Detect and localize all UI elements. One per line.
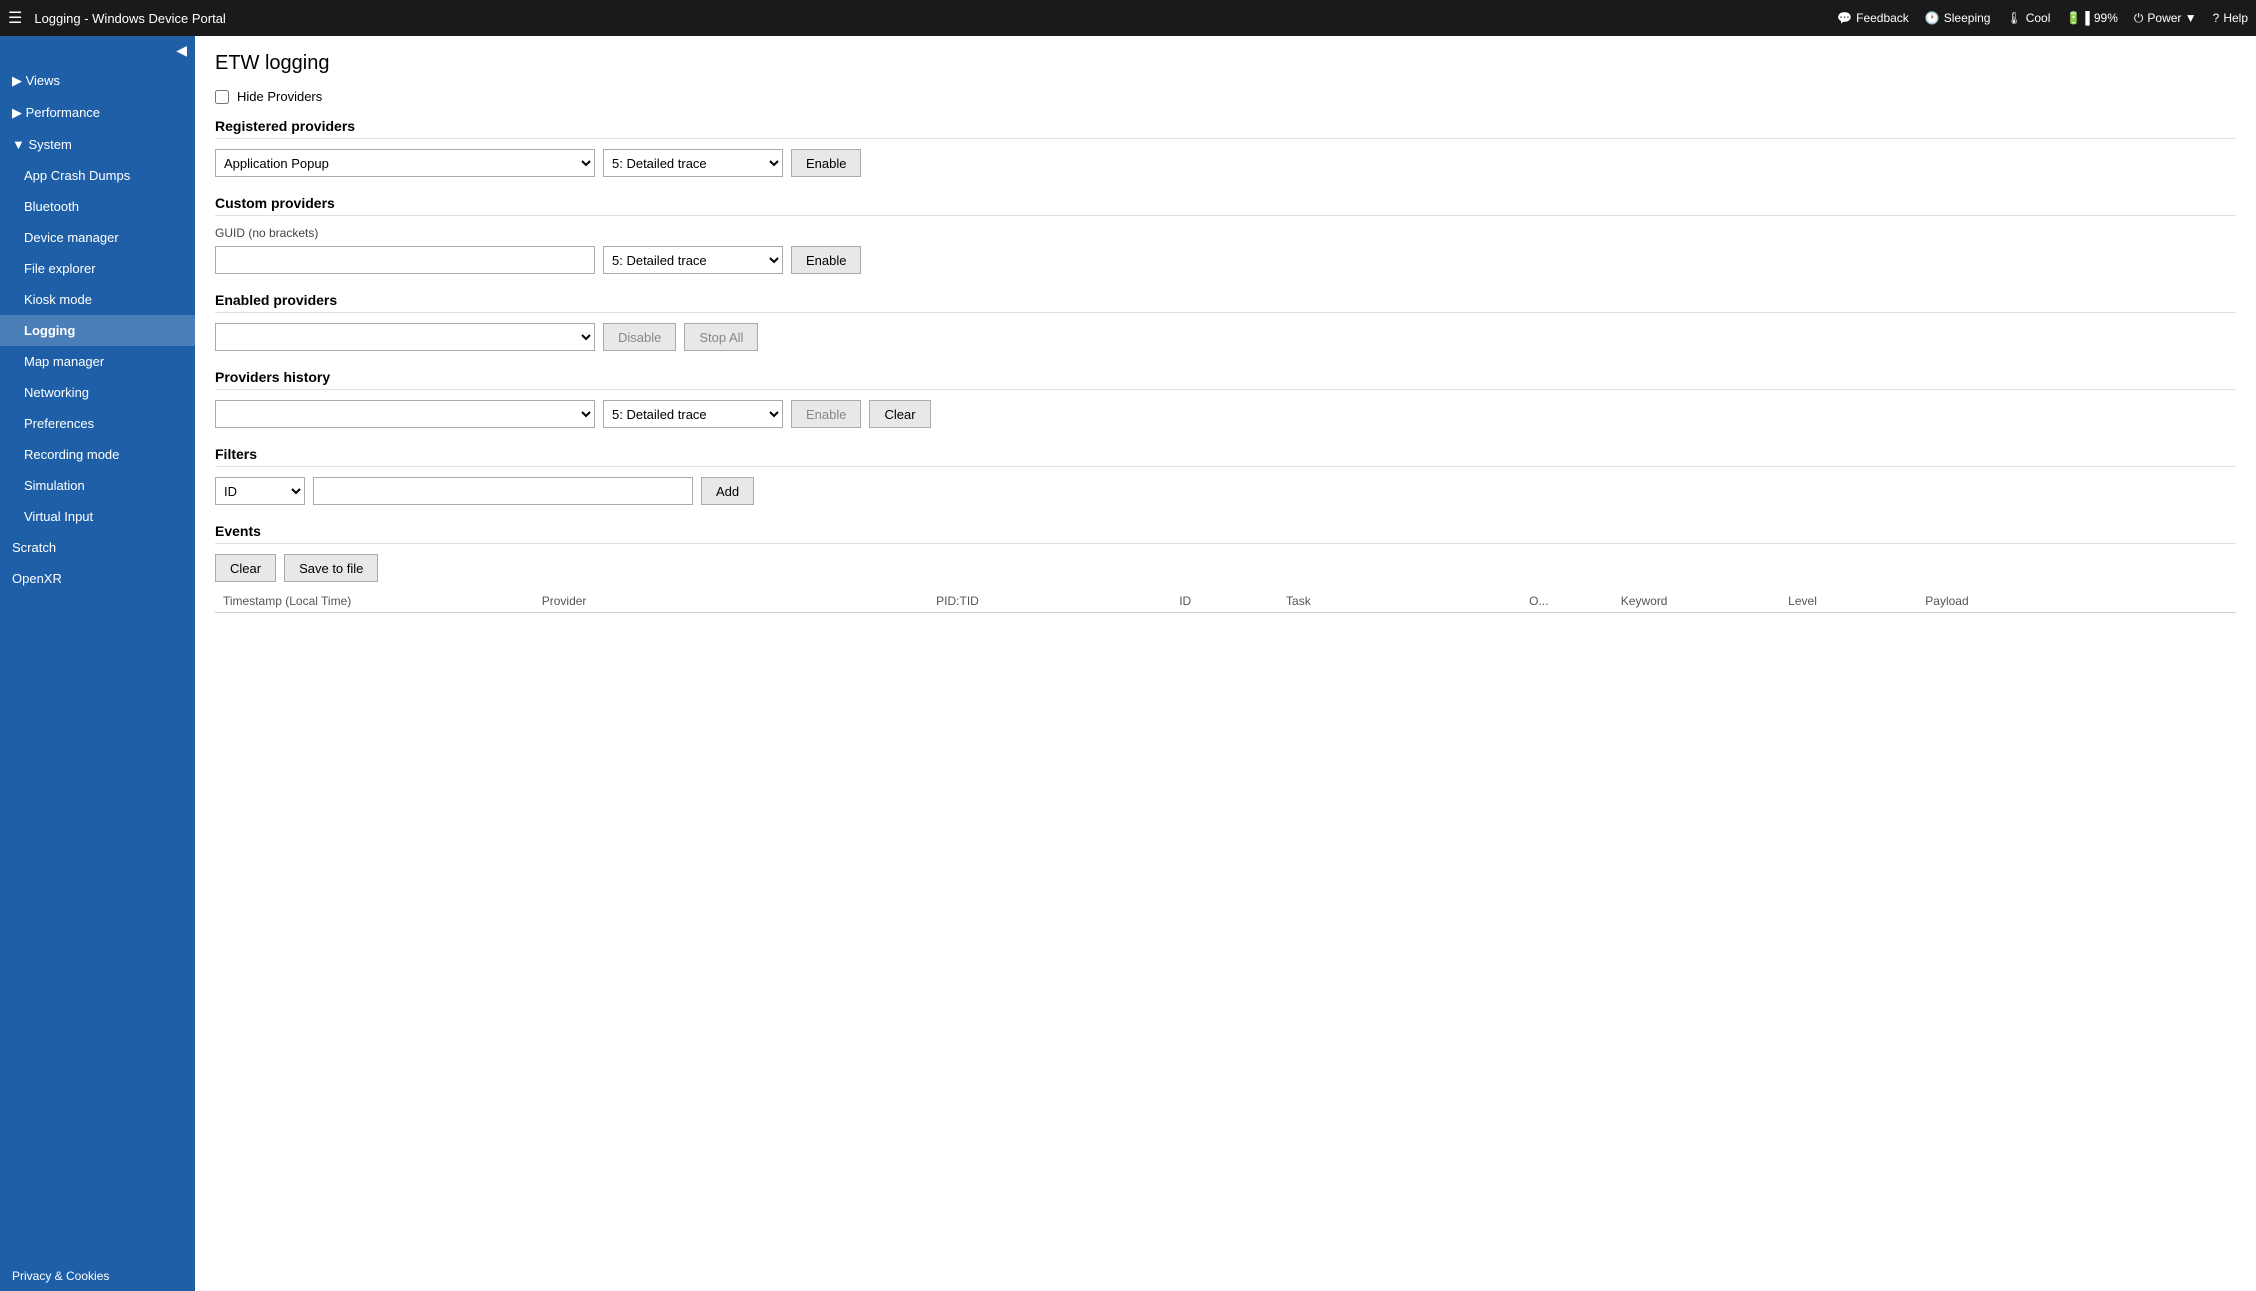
events-buttons: Clear Save to file xyxy=(215,554,2236,582)
registered-provider-level-select[interactable]: 0: Log always1: Critical2: Error3: Warni… xyxy=(603,149,783,177)
sidebar: ◀ ▶ Views▶ Performance▼ SystemApp Crash … xyxy=(0,36,195,1291)
sidebar-item-file-explorer[interactable]: File explorer xyxy=(0,253,195,284)
power-icon: ⏻ xyxy=(2134,11,2144,26)
registered-enable-button[interactable]: Enable xyxy=(791,149,861,177)
sidebar-item-openxr[interactable]: OpenXR xyxy=(0,563,195,594)
feedback-icon: 💬 xyxy=(1837,11,1852,25)
app-title: Logging - Windows Device Portal xyxy=(34,11,1837,26)
sidebar-item-scratch[interactable]: Scratch xyxy=(0,532,195,563)
sidebar-item-app-crash-dumps[interactable]: App Crash Dumps xyxy=(0,160,195,191)
sidebar-item-map-manager[interactable]: Map manager xyxy=(0,346,195,377)
stop-all-button[interactable]: Stop All xyxy=(684,323,758,351)
filter-type-select[interactable]: IDProviderTaskKeywordLevel xyxy=(215,477,305,505)
events-col-payload: Payload xyxy=(1917,594,2236,608)
sidebar-item-networking[interactable]: Networking xyxy=(0,377,195,408)
battery-icon: 🔋 xyxy=(2066,11,2081,25)
enabled-providers-title: Enabled providers xyxy=(215,292,2236,313)
sidebar-item-kiosk-mode[interactable]: Kiosk mode xyxy=(0,284,195,315)
sidebar-collapse-button[interactable]: ◀ xyxy=(0,36,195,65)
guid-label: GUID (no brackets) xyxy=(215,226,2236,240)
menu-icon[interactable]: ☰ xyxy=(8,8,22,28)
providers-history-section: Providers history 0: Log always1: Critic… xyxy=(215,369,2236,428)
top-actions: 💬 Feedback 🕐 Sleeping 🌡 Cool 🔋 ▌99% ⏻ Po… xyxy=(1837,11,2248,26)
sidebar-item-simulation[interactable]: Simulation xyxy=(0,470,195,501)
events-col-task: Task xyxy=(1278,594,1521,608)
events-col-provider: Provider xyxy=(534,594,928,608)
content-area: ETW logging Hide Providers Registered pr… xyxy=(195,36,2256,1291)
sidebar-item-device-manager[interactable]: Device manager xyxy=(0,222,195,253)
sidebar-item-bluetooth[interactable]: Bluetooth xyxy=(0,191,195,222)
enabled-provider-select[interactable] xyxy=(215,323,595,351)
custom-providers-title: Custom providers xyxy=(215,195,2236,216)
sidebar-group-header[interactable]: ▼ System xyxy=(0,129,195,160)
sidebar-item-recording-mode[interactable]: Recording mode xyxy=(0,439,195,470)
hide-providers-label[interactable]: Hide Providers xyxy=(237,89,322,104)
hide-providers-checkbox[interactable] xyxy=(215,90,229,104)
sidebar-group-header[interactable]: ▶ Performance xyxy=(0,97,195,129)
disable-button[interactable]: Disable xyxy=(603,323,676,351)
events-col-id: ID xyxy=(1171,594,1278,608)
events-col-timestamp--local-time-: Timestamp (Local Time) xyxy=(215,594,534,608)
events-col-o---: O... xyxy=(1521,594,1613,608)
sidebar-item-virtual-input[interactable]: Virtual Input xyxy=(0,501,195,532)
help-button[interactable]: ? Help xyxy=(2213,11,2248,25)
custom-providers-section: Custom providers GUID (no brackets) 0: L… xyxy=(215,195,2236,274)
hide-providers-row: Hide Providers xyxy=(215,89,2236,104)
feedback-button[interactable]: 💬 Feedback xyxy=(1837,11,1909,25)
events-col-keyword: Keyword xyxy=(1613,594,1780,608)
custom-enable-button[interactable]: Enable xyxy=(791,246,861,274)
registered-providers-controls: Application Popup 0: Log always1: Critic… xyxy=(215,149,2236,177)
providers-history-title: Providers history xyxy=(215,369,2236,390)
privacy-cookies-link[interactable]: Privacy & Cookies xyxy=(0,1261,195,1291)
sleeping-indicator: 🕐 Sleeping xyxy=(1925,11,1991,25)
sidebar-item-preferences[interactable]: Preferences xyxy=(0,408,195,439)
events-clear-button[interactable]: Clear xyxy=(215,554,276,582)
custom-provider-level-select[interactable]: 0: Log always1: Critical2: Error3: Warni… xyxy=(603,246,783,274)
topbar: ☰ Logging - Windows Device Portal 💬 Feed… xyxy=(0,0,2256,36)
events-title: Events xyxy=(215,523,2236,544)
registered-providers-title: Registered providers xyxy=(215,118,2236,139)
battery-indicator: 🔋 ▌99% xyxy=(2066,11,2117,25)
guid-input[interactable] xyxy=(215,246,595,274)
sidebar-nav: ▶ Views▶ Performance▼ SystemApp Crash Du… xyxy=(0,65,195,594)
help-icon: ? xyxy=(2213,11,2220,25)
main-layout: ◀ ▶ Views▶ Performance▼ SystemApp Crash … xyxy=(0,36,2256,1291)
enabled-providers-controls: Disable Stop All xyxy=(215,323,2236,351)
events-col-level: Level xyxy=(1780,594,1917,608)
registered-providers-section: Registered providers Application Popup 0… xyxy=(215,118,2236,177)
history-enable-button[interactable]: Enable xyxy=(791,400,861,428)
sidebar-group-header[interactable]: ▶ Views xyxy=(0,65,195,97)
filters-title: Filters xyxy=(215,446,2236,467)
history-clear-button[interactable]: Clear xyxy=(869,400,930,428)
events-save-button[interactable]: Save to file xyxy=(284,554,378,582)
cool-icon: 🌡 xyxy=(2006,11,2021,25)
sleep-icon: 🕐 xyxy=(1925,11,1940,25)
providers-history-controls: 0: Log always1: Critical2: Error3: Warni… xyxy=(215,400,2236,428)
cool-indicator: 🌡 Cool xyxy=(2006,11,2050,25)
filter-value-input[interactable] xyxy=(313,477,693,505)
registered-provider-select[interactable]: Application Popup xyxy=(215,149,595,177)
sidebar-item-logging[interactable]: Logging xyxy=(0,315,195,346)
power-button[interactable]: ⏻ Power ▼ xyxy=(2134,11,2197,26)
history-level-select[interactable]: 0: Log always1: Critical2: Error3: Warni… xyxy=(603,400,783,428)
history-provider-select[interactable] xyxy=(215,400,595,428)
filter-add-button[interactable]: Add xyxy=(701,477,754,505)
events-col-pid-tid: PID:TID xyxy=(928,594,1171,608)
filters-section: Filters IDProviderTaskKeywordLevel Add xyxy=(215,446,2236,505)
events-table-header: Timestamp (Local Time)ProviderPID:TIDIDT… xyxy=(215,590,2236,613)
filters-controls: IDProviderTaskKeywordLevel Add xyxy=(215,477,2236,505)
events-section: Events Clear Save to file Timestamp (Loc… xyxy=(215,523,2236,613)
page-title: ETW logging xyxy=(215,52,2236,75)
custom-providers-controls: 0: Log always1: Critical2: Error3: Warni… xyxy=(215,246,2236,274)
enabled-providers-section: Enabled providers Disable Stop All xyxy=(215,292,2236,351)
